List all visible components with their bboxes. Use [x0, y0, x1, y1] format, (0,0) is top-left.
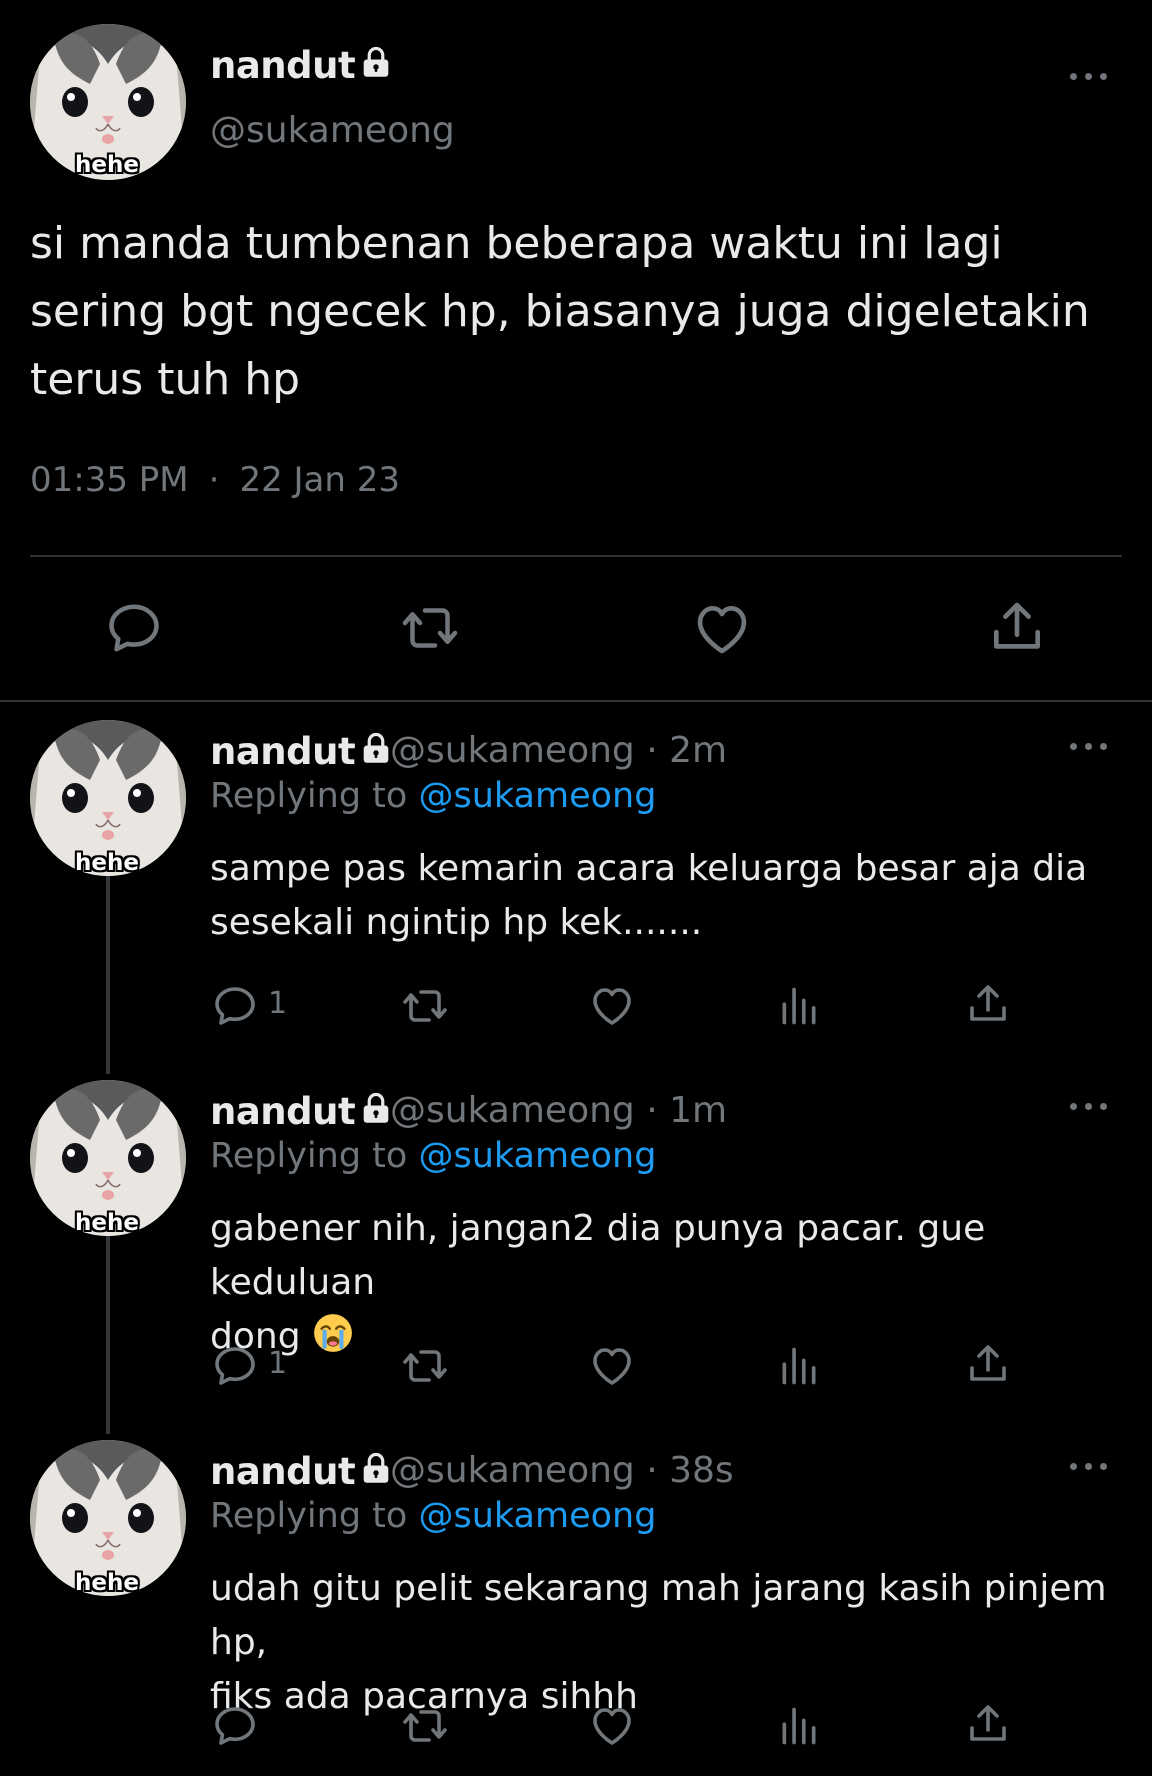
display-name[interactable]: nandut — [210, 1450, 391, 1493]
divider — [30, 555, 1122, 557]
more-icon[interactable] — [1070, 70, 1110, 82]
replying-to-link[interactable]: @sukameong — [418, 776, 656, 816]
tweet-age: 38s — [669, 1450, 734, 1491]
username: @sukameong — [390, 730, 635, 771]
divider — [0, 700, 1152, 702]
tweet-text: si manda tumbenan beberapa waktu ini lag… — [30, 218, 1090, 405]
reply-count: 1 — [268, 1346, 288, 1381]
more-icon[interactable] — [1070, 740, 1110, 752]
reply-icon[interactable] — [211, 1342, 259, 1390]
loudly-crying-face-emoji-icon — [312, 1312, 354, 1354]
display-name-text: nandut — [210, 44, 356, 87]
username: @sukameong — [390, 1090, 635, 1131]
retweet-icon[interactable] — [398, 982, 452, 1030]
reply-count: 1 — [268, 986, 288, 1021]
avatar-label: hehe — [75, 152, 139, 178]
share-icon[interactable] — [964, 980, 1012, 1028]
reply-text-line: sesekali ngintip hp kek....... — [210, 902, 703, 943]
views-icon[interactable] — [777, 984, 821, 1028]
views-icon[interactable] — [777, 1344, 821, 1388]
retweet-icon[interactable] — [396, 598, 464, 658]
username-and-age[interactable]: @sukameong · 38s — [390, 1450, 734, 1491]
thread-line — [106, 1234, 110, 1434]
reply-text-line: sampe pas kemarin acara keluarga besar a… — [210, 848, 1088, 889]
reply-text-line: gabener nih, jangan2 dia punya pacar. gu… — [210, 1208, 986, 1303]
like-icon[interactable] — [588, 982, 636, 1030]
lock-icon — [361, 46, 391, 78]
display-name-text: nandut — [210, 1450, 356, 1493]
share-icon[interactable] — [964, 1340, 1012, 1388]
tweet-age: 2m — [669, 730, 728, 771]
reply-text-line: udah gitu pelit sekarang mah jarang kasi… — [210, 1568, 1107, 1663]
display-name[interactable]: nandut — [210, 44, 391, 87]
replying-to-link[interactable]: @sukameong — [418, 1136, 656, 1176]
reply-icon[interactable] — [211, 982, 259, 1030]
username-and-age[interactable]: @sukameong · 2m — [390, 730, 727, 771]
retweet-icon[interactable] — [398, 1342, 452, 1390]
lock-icon — [361, 732, 391, 764]
replying-to-prefix: Replying to — [210, 776, 408, 816]
reply-icon[interactable] — [211, 1702, 259, 1750]
share-icon[interactable] — [986, 596, 1048, 658]
like-icon[interactable] — [588, 1702, 636, 1750]
lock-icon — [361, 1452, 391, 1484]
display-name-text: nandut — [210, 1090, 356, 1133]
avatar-label: hehe — [75, 1210, 139, 1236]
tweet-time: 01:35 PM — [30, 460, 189, 500]
display-name-text: nandut — [210, 730, 356, 773]
replying-to-link[interactable]: @sukameong — [418, 1496, 656, 1536]
views-icon[interactable] — [777, 1704, 821, 1748]
meta-separator: · — [208, 460, 220, 500]
replying-to: Replying to @sukameong — [210, 776, 656, 816]
like-icon[interactable] — [691, 598, 753, 660]
retweet-icon[interactable] — [398, 1702, 452, 1750]
tweet-timestamp[interactable]: 01:35 PM · 22 Jan 23 — [30, 460, 400, 500]
like-icon[interactable] — [588, 1342, 636, 1390]
username[interactable]: @sukameong — [210, 110, 455, 151]
tweet-age: 1m — [669, 1090, 728, 1131]
display-name[interactable]: nandut — [210, 730, 391, 773]
display-name[interactable]: nandut — [210, 1090, 391, 1133]
reply-icon[interactable] — [104, 598, 164, 658]
share-icon[interactable] — [964, 1700, 1012, 1748]
avatar-label: hehe — [75, 1570, 139, 1596]
replying-to-prefix: Replying to — [210, 1496, 408, 1536]
username-and-age[interactable]: @sukameong · 1m — [390, 1090, 727, 1131]
reply-text: sampe pas kemarin acara keluarga besar a… — [210, 842, 1110, 950]
replying-to-prefix: Replying to — [210, 1136, 408, 1176]
username: @sukameong — [390, 1450, 635, 1491]
more-icon[interactable] — [1070, 1460, 1110, 1472]
tweet-date: 22 Jan 23 — [239, 460, 401, 500]
replying-to: Replying to @sukameong — [210, 1496, 656, 1536]
lock-icon — [361, 1092, 391, 1124]
avatar-label: hehe — [75, 850, 139, 876]
more-icon[interactable] — [1070, 1100, 1110, 1112]
thread-line — [106, 876, 110, 1074]
replying-to: Replying to @sukameong — [210, 1136, 656, 1176]
